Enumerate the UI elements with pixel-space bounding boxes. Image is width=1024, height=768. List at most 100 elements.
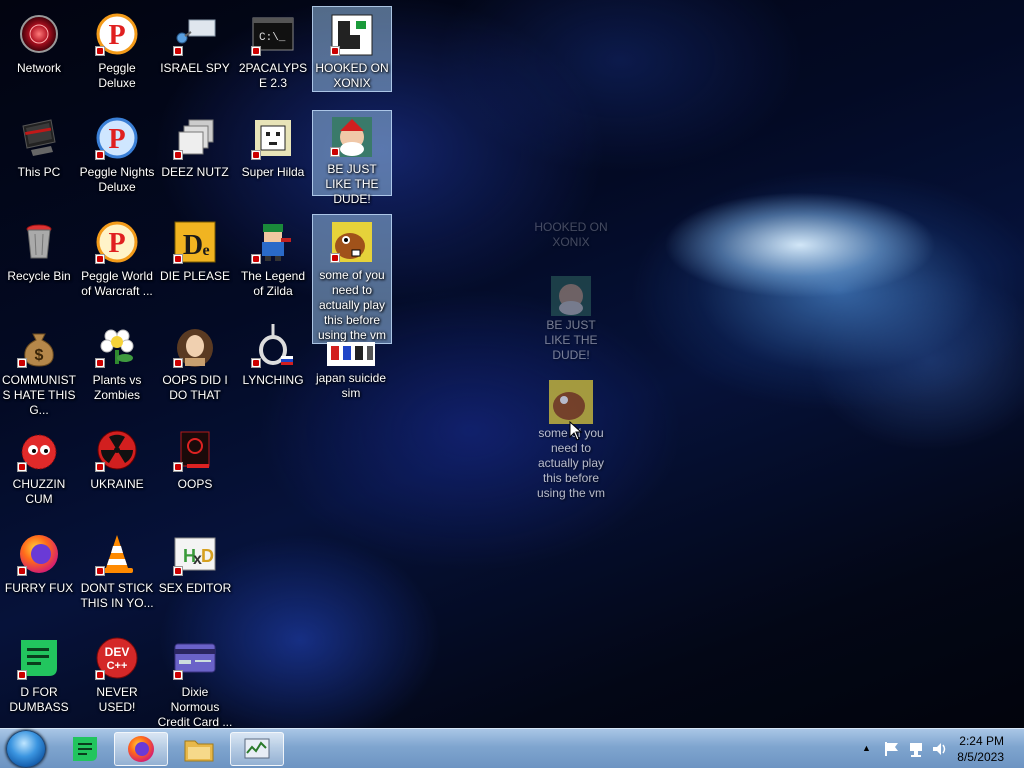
firefox-icon xyxy=(128,736,154,762)
network-icon xyxy=(15,10,63,58)
desktop-icon-label: D FOR DUMBASS xyxy=(9,685,69,714)
de-logo-icon: D e xyxy=(171,218,219,266)
desktop-icon-oops[interactable]: OOPS xyxy=(156,422,234,492)
desktop-icon-label: HOOKED ON XONIX xyxy=(315,61,389,90)
desktop-icon-be-just-like-the-dude[interactable]: BE JUST LIKE THE DUDE! xyxy=(312,110,392,206)
desktop-icon-network[interactable]: Network xyxy=(0,6,78,76)
desktop-icon-japan-suicide-sim[interactable]: japan suicide sim xyxy=(312,336,390,401)
desktop-icon-never-used[interactable]: DEV C++ NEVER USED! xyxy=(78,630,156,715)
notes-app-icon xyxy=(73,737,97,761)
taskbar-task-manager[interactable] xyxy=(230,732,284,766)
xonix-game-icon xyxy=(328,11,376,58)
mouse-cursor-icon xyxy=(569,421,583,441)
drag-ghost-label: HOOKED ON XONIX xyxy=(534,220,608,249)
desktop-icon-label: CHUZZIN CUM xyxy=(12,477,66,506)
volume-icon[interactable] xyxy=(932,741,948,757)
shortcut-arrow-icon xyxy=(95,46,105,56)
taskbar: ▲ 2:24 PM 8/5/2023 xyxy=(0,728,1024,768)
desktop-icon-sex-editor[interactable]: H x D SEX EDITOR xyxy=(156,526,234,596)
desktop-icon-label: japan suicide sim xyxy=(315,371,387,400)
shortcut-arrow-icon xyxy=(95,150,105,160)
desktop-icon-recycle-bin[interactable]: Recycle Bin xyxy=(0,214,78,284)
noose-icon xyxy=(249,322,297,370)
computer-icon xyxy=(15,114,63,162)
desktop-icon-label: Recycle Bin xyxy=(7,269,71,283)
desktop-icon-label: OOPS DID I DO THAT xyxy=(162,373,228,402)
shortcut-arrow-icon xyxy=(251,358,261,368)
svg-text:P: P xyxy=(108,124,125,155)
desktop-icon-plants-vs-zombies[interactable]: Plants vs Zombies xyxy=(78,318,156,403)
desktop-icon-label: COMMUNISTS HATE THIS G... xyxy=(2,373,76,417)
shortcut-arrow-icon xyxy=(173,150,183,160)
shortcut-arrow-icon xyxy=(173,670,183,680)
start-button[interactable] xyxy=(6,730,46,768)
shortcut-arrow-icon xyxy=(173,462,183,472)
taskbar-file-explorer[interactable] xyxy=(172,732,226,766)
desktop-icon-label: Peggle World of Warcraft ... xyxy=(81,269,153,298)
shortcut-arrow-icon xyxy=(330,253,340,263)
svg-text:$: $ xyxy=(35,347,44,364)
desktop-icon-2pacalypse[interactable]: C:\_ 2PACALYPSE 2.3 xyxy=(234,6,312,91)
desktop-icon-peggle-wow[interactable]: P Peggle World of Warcraft ... xyxy=(78,214,156,299)
svg-text:C:\_: C:\_ xyxy=(259,32,286,44)
clock-date: 8/5/2023 xyxy=(957,750,1004,764)
shortcut-arrow-icon xyxy=(173,358,183,368)
desktop-icon-lynching[interactable]: LYNCHING xyxy=(234,318,312,388)
peggle-icon: P xyxy=(93,10,141,58)
peggle-icon: P xyxy=(93,218,141,266)
desktop-icon-oops-did-i[interactable]: OOPS DID I DO THAT xyxy=(156,318,234,403)
shortcut-arrow-icon xyxy=(95,670,105,680)
system-tray: ▲ 2:24 PM 8/5/2023 xyxy=(844,729,1024,768)
desktop-icon-communists[interactable]: $ COMMUNISTS HATE THIS G... xyxy=(0,318,78,418)
network-cable-icon xyxy=(171,10,219,58)
desktop-icon-label: Peggle Deluxe xyxy=(98,61,136,90)
pixel-hero-icon xyxy=(249,218,297,266)
flag-icon[interactable] xyxy=(884,741,900,757)
taskbar-notes-app[interactable] xyxy=(58,732,112,766)
show-hidden-icons-chevron[interactable]: ▲ xyxy=(862,743,871,753)
beaver-icon xyxy=(328,219,376,265)
desktop-icon-this-pc[interactable]: This PC xyxy=(0,110,78,180)
svg-text:D: D xyxy=(201,546,214,566)
desktop-icon-super-hilda[interactable]: Super Hilda xyxy=(234,110,312,180)
desktop-icon-legend-of-zilda[interactable]: The Legend of Zilda xyxy=(234,214,312,299)
desktop-icon-label: UKRAINE xyxy=(90,477,144,491)
desktop-icon-label: NEVER USED! xyxy=(96,685,138,714)
desktop-icon-peggle-nights[interactable]: P Peggle Nights Deluxe xyxy=(78,110,156,195)
desktop-icon-hooked-on-xonix[interactable]: HOOKED ON XONIX xyxy=(312,6,392,92)
folder-icon xyxy=(184,740,214,762)
shortcut-arrow-icon xyxy=(17,358,27,368)
taskbar-firefox[interactable] xyxy=(114,732,168,766)
terminal-icon: C:\_ xyxy=(249,10,297,58)
desktop-icon-label: ISRAEL SPY xyxy=(160,61,230,75)
desktop-icon-dixie-normous[interactable]: Dixie Normous Credit Card ... xyxy=(156,630,234,730)
desktop-icon-peggle-deluxe[interactable]: P Peggle Deluxe xyxy=(78,6,156,91)
desktop-icon-furry-fux[interactable]: FURRY FUX xyxy=(0,526,78,596)
desktop-icon-deez-nutz[interactable]: DEEZ NUTZ xyxy=(156,110,234,180)
desktop-icon-label: DONT STICK THIS IN YO... xyxy=(80,581,154,610)
shortcut-arrow-icon xyxy=(251,150,261,160)
desktop-icon-israel-spy[interactable]: ISRAEL SPY xyxy=(156,6,234,76)
santa-icon xyxy=(551,276,591,316)
svg-text:e: e xyxy=(202,242,209,259)
game-sprites-icon xyxy=(327,340,375,368)
desktop-icon-dont-stick[interactable]: DONT STICK THIS IN YO... xyxy=(78,526,156,611)
desktop-icon-label: DIE PLEASE xyxy=(159,269,231,283)
desktop-icon-die-please[interactable]: D e DIE PLEASE xyxy=(156,214,234,284)
drag-ghost-dude: BE JUST LIKE THE DUDE! xyxy=(533,274,609,363)
clock[interactable]: 2:24 PM 8/5/2023 xyxy=(957,733,1004,765)
shortcut-arrow-icon xyxy=(95,566,105,576)
drag-ghost-xonix: HOOKED ON XONIX xyxy=(533,220,609,250)
desktop-icon-some-of-you[interactable]: some of you need to actually play this b… xyxy=(312,214,392,344)
shortcut-arrow-icon xyxy=(251,254,261,264)
shortcut-arrow-icon xyxy=(173,566,183,576)
desktop-icon-label: Dixie Normous Credit Card ... xyxy=(157,685,233,729)
flower-icon xyxy=(93,322,141,370)
desktop-icon-ukraine[interactable]: UKRAINE xyxy=(78,422,156,492)
desktop-icon-label: The Legend of Zilda xyxy=(240,269,306,298)
santa-icon xyxy=(328,115,376,159)
desktop-icon-chuzzin[interactable]: CHUZZIN CUM xyxy=(0,422,78,507)
task-manager-icon xyxy=(244,738,270,759)
network-tray-icon[interactable] xyxy=(908,741,924,757)
desktop-icon-d-for-dumbass[interactable]: D FOR DUMBASS xyxy=(0,630,78,715)
